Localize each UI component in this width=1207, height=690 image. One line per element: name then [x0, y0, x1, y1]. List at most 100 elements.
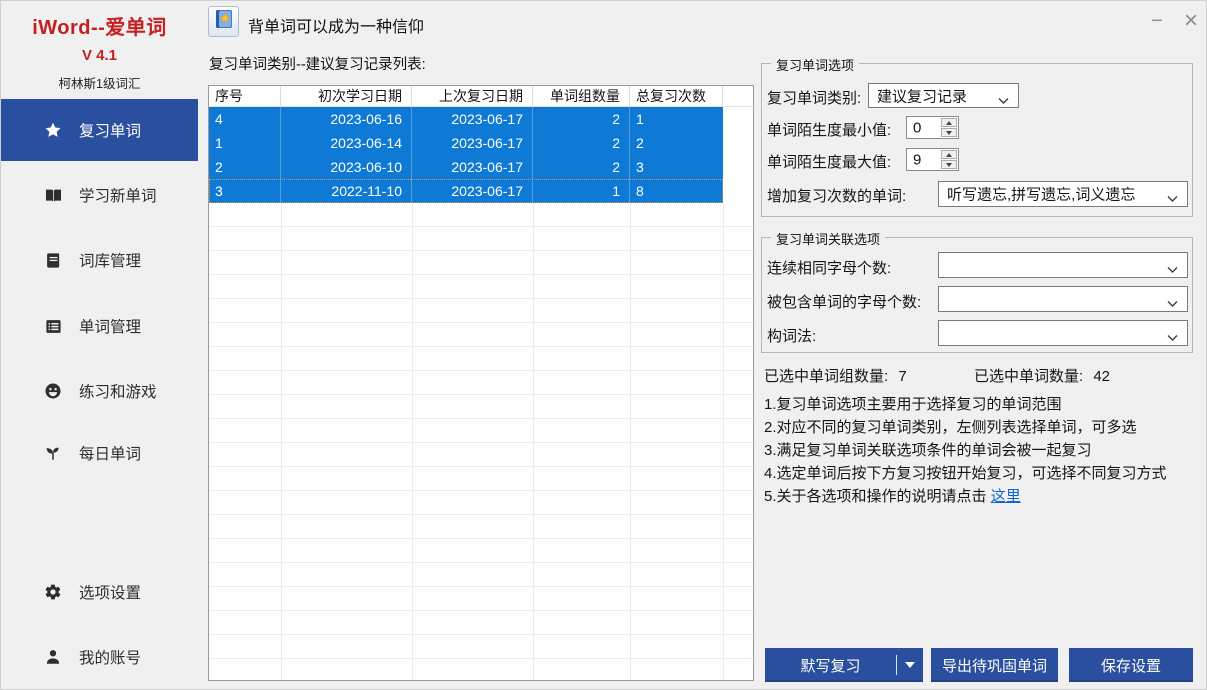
sidebar-item-my-account[interactable]: 我的账号	[1, 640, 198, 674]
table-row-selected-focused[interactable]: 3 2022-11-10 2023-06-17 1 8	[209, 179, 753, 203]
increase-review-dropdown[interactable]: 听写遗忘,拼写遗忘,词义遗忘	[938, 181, 1188, 207]
sidebar-item-label: 选项设置	[79, 585, 142, 602]
table-header-cell[interactable]: 序号	[209, 86, 281, 106]
table-cell[interactable]: 1	[533, 179, 630, 203]
help-link[interactable]: 这里	[991, 488, 1021, 505]
dictation-review-split-button[interactable]: 默写复习	[765, 648, 923, 682]
table-cell[interactable]: 2023-06-17	[412, 179, 533, 203]
app-version: V 4.1	[81, 47, 118, 64]
sidebar-item-label: 每日单词	[79, 446, 142, 463]
table-cell[interactable]: 2022-11-10	[281, 179, 412, 203]
export-words-button[interactable]: 导出待巩固单词	[931, 648, 1058, 682]
table-cell[interactable]: 2	[630, 131, 723, 155]
minimize-button[interactable]: −	[1141, 5, 1173, 37]
table-cell[interactable]: 2023-06-17	[412, 131, 533, 155]
triangle-down-icon	[946, 130, 952, 135]
table-header-row: 序号 初次学习日期 上次复习日期 单词组数量 总复习次数	[209, 86, 753, 107]
table-body[interactable]: 4 2023-06-16 2023-06-17 2 1 1 2023-06-14…	[209, 107, 753, 680]
chevron-down-icon	[1167, 329, 1178, 341]
sidebar-item-wordbank-management[interactable]: 词库管理	[1, 243, 198, 277]
table-cell[interactable]: 1	[630, 107, 723, 131]
max-strangeness-value: 9	[913, 151, 922, 168]
selected-groups-stat: 已选中单词组数量: 7	[764, 365, 907, 386]
triangle-up-icon	[946, 120, 952, 125]
contained-letters-dropdown[interactable]	[938, 286, 1188, 312]
sidebar-item-label: 练习和游戏	[79, 384, 157, 401]
chevron-down-icon	[1167, 190, 1178, 202]
table-cell[interactable]: 3	[209, 179, 281, 203]
category-dropdown[interactable]: 建议复习记录	[868, 83, 1019, 108]
app-window: iWord--爱单词 V 4.1 柯林斯1级词汇 背单词可以成为一种信仰 − ×…	[0, 0, 1207, 690]
table-row-selected[interactable]: 4 2023-06-16 2023-06-17 2 1	[209, 107, 753, 131]
same-letters-dropdown[interactable]	[938, 252, 1188, 278]
sidebar-item-daily-word[interactable]: 每日单词	[1, 436, 198, 470]
table-cell[interactable]: 2	[209, 155, 281, 179]
table-cell[interactable]: 1	[209, 131, 281, 155]
selected-words-stat: 已选中单词数量: 42	[974, 365, 1110, 386]
table-header-cell[interactable]: 总复习次数	[630, 86, 723, 106]
selected-groups-label: 已选中单词组数量:	[764, 368, 889, 385]
min-strangeness-label: 单词陌生度最小值:	[767, 122, 892, 139]
close-button[interactable]: ×	[1175, 5, 1206, 37]
sidebar-item-word-management[interactable]: 单词管理	[1, 309, 198, 343]
chevron-down-icon	[1167, 261, 1178, 273]
book-star-icon-button[interactable]	[208, 6, 239, 37]
triangle-up-icon	[946, 152, 952, 157]
table-cell[interactable]: 2	[533, 155, 630, 179]
open-book-icon	[43, 185, 63, 205]
table-row-selected[interactable]: 1 2023-06-14 2023-06-17 2 2	[209, 131, 753, 155]
table-cell[interactable]: 8	[630, 179, 723, 203]
table-cell[interactable]: 4	[209, 107, 281, 131]
table-cell[interactable]: 2	[533, 107, 630, 131]
selected-words-label: 已选中单词数量:	[974, 368, 1084, 385]
table-cell[interactable]: 2023-06-14	[281, 131, 412, 155]
table-cell[interactable]: 2023-06-17	[412, 107, 533, 131]
selected-groups-value: 7	[898, 368, 907, 385]
chevron-down-icon	[998, 92, 1009, 104]
increase-review-label: 增加复习次数的单词:	[767, 188, 907, 205]
max-strangeness-label: 单词陌生度最大值:	[767, 154, 892, 171]
contained-letters-label: 被包含单词的字母个数:	[767, 294, 922, 311]
group-title: 复习单词选项	[771, 55, 860, 74]
table-cell[interactable]: 2	[533, 131, 630, 155]
triangle-down-icon	[905, 662, 915, 668]
word-formation-label: 构词法:	[767, 328, 817, 345]
person-icon	[43, 647, 63, 667]
chevron-down-icon	[1167, 295, 1178, 307]
save-settings-button[interactable]: 保存设置	[1069, 648, 1193, 682]
table-header-cell[interactable]: 初次学习日期	[281, 86, 412, 106]
spinner-up-button[interactable]	[941, 118, 957, 127]
table-cell-filler	[723, 131, 753, 155]
table-row-selected[interactable]: 2 2023-06-10 2023-06-17 2 3	[209, 155, 753, 179]
sidebar-item-practice-games[interactable]: 练习和游戏	[1, 374, 198, 408]
sidebar-item-options-settings[interactable]: 选项设置	[1, 575, 198, 609]
review-mode-dropdown-button[interactable]	[897, 648, 923, 682]
star-icon	[43, 120, 63, 140]
word-formation-dropdown[interactable]	[938, 320, 1188, 346]
table-cell-filler	[723, 179, 753, 203]
review-records-table[interactable]: 序号 初次学习日期 上次复习日期 单词组数量 总复习次数 4 2023-06-1…	[208, 85, 754, 681]
motto-text: 背单词可以成为一种信仰	[248, 19, 425, 36]
sidebar-item-review-words[interactable]: 复习单词	[1, 99, 198, 161]
gear-icon	[43, 582, 63, 602]
smiley-icon	[43, 381, 63, 401]
note-line: 2.对应不同的复习单词类别，左侧列表选择单词，可多选	[764, 419, 1137, 436]
table-cell[interactable]: 3	[630, 155, 723, 179]
table-cell[interactable]: 2023-06-16	[281, 107, 412, 131]
sidebar-item-learn-new-words[interactable]: 学习新单词	[1, 178, 198, 212]
sprout-icon	[43, 443, 63, 463]
table-cell[interactable]: 2023-06-10	[281, 155, 412, 179]
spinner-up-button[interactable]	[941, 150, 957, 159]
notebook-icon	[43, 250, 63, 270]
table-cell-filler	[723, 155, 753, 179]
sidebar-item-label: 单词管理	[79, 319, 142, 336]
min-strangeness-spinner[interactable]: 0	[906, 116, 959, 139]
max-strangeness-spinner[interactable]: 9	[906, 148, 959, 171]
note-line-text: 5.关于各选项和操作的说明请点击	[764, 488, 991, 505]
table-header-cell[interactable]: 上次复习日期	[412, 86, 533, 106]
table-header-cell[interactable]: 单词组数量	[533, 86, 630, 106]
dictation-review-button[interactable]: 默写复习	[765, 648, 896, 682]
spinner-down-button[interactable]	[941, 160, 957, 169]
spinner-down-button[interactable]	[941, 128, 957, 137]
table-cell[interactable]: 2023-06-17	[412, 155, 533, 179]
